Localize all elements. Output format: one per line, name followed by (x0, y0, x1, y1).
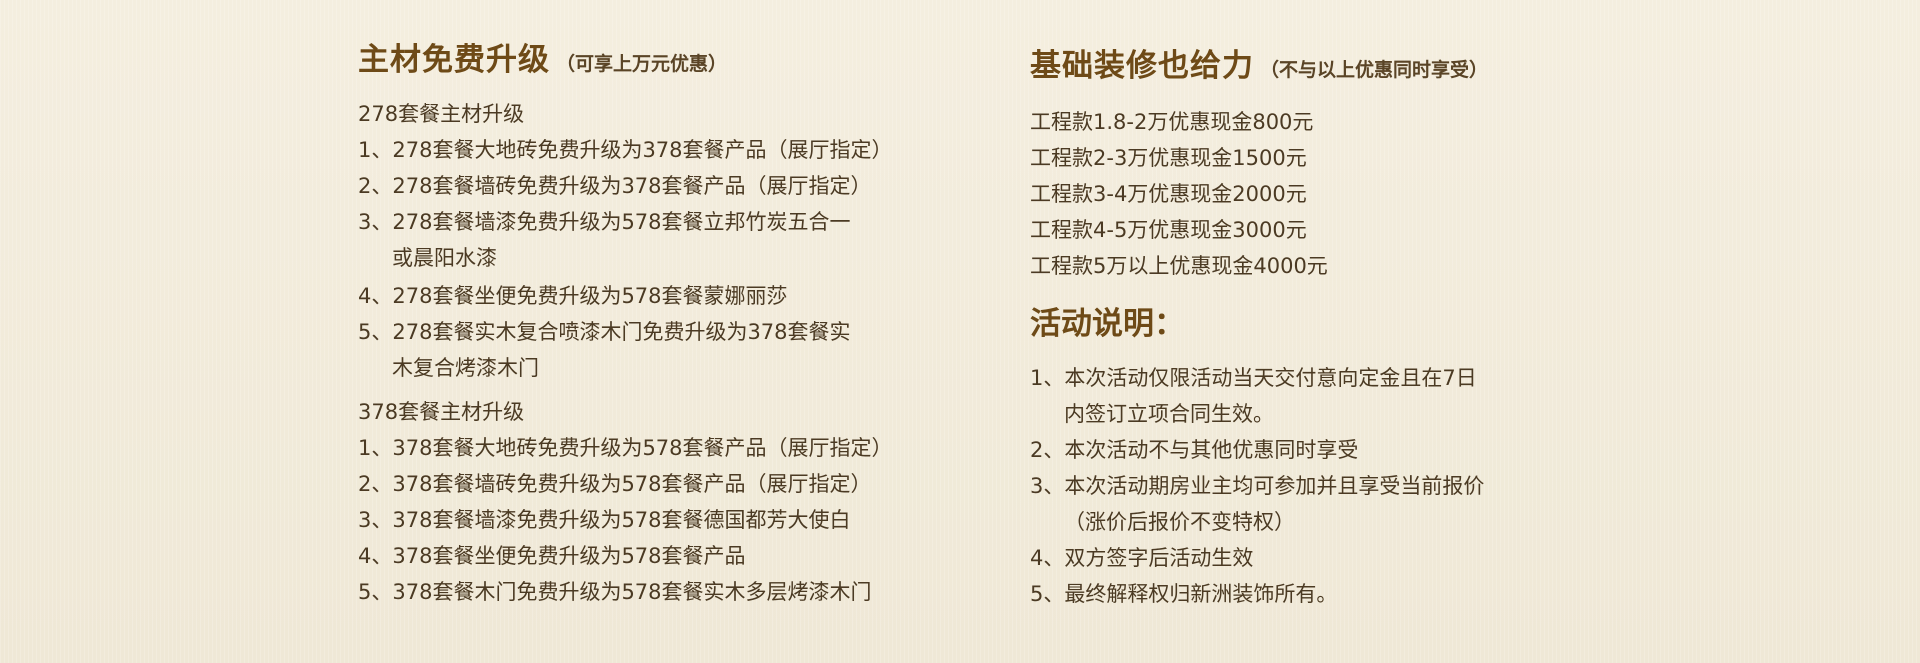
list-item: 2、278套餐墙砖免费升级为378套餐产品（展厅指定） (358, 174, 872, 198)
section-title: 基础装修也给力 （不与以上优惠同时享受） (1030, 40, 1488, 85)
list-item: 5、378套餐木门免费升级为578套餐实木多层烤漆木门 (358, 580, 872, 604)
discount-item: 工程款4-5万优惠现金3000元 (1030, 218, 1307, 242)
note-item: 2、本次活动不与其他优惠同时享受 (1030, 438, 1359, 462)
title-text: 主材免费升级 (358, 42, 550, 78)
discount-item: 工程款1.8-2万优惠现金800元 (1030, 110, 1314, 134)
section-title: 主材免费升级 （可享上万元优惠） (358, 34, 727, 79)
note-item: 5、最终解释权归新洲装饰所有。 (1030, 582, 1338, 606)
discount-item: 工程款5万以上优惠现金4000元 (1030, 254, 1328, 278)
list-item: 5、278套餐实木复合喷漆木门免费升级为378套餐实 (358, 320, 851, 344)
title-subtitle: （可享上万元优惠） (556, 53, 728, 75)
note-item: 4、双方签字后活动生效 (1030, 546, 1254, 570)
note-item: 3、本次活动期房业主均可参加并且享受当前报价 (1030, 474, 1485, 498)
title-subtitle: （不与以上优惠同时享受） (1260, 59, 1489, 81)
note-item: 1、本次活动仅限活动当天交付意向定金且在7日 (1030, 366, 1477, 390)
list-item: 4、278套餐坐便免费升级为578套餐蒙娜丽莎 (358, 284, 788, 308)
note-item-continuation: 内签订立项合同生效。 (1064, 402, 1274, 426)
discount-item: 工程款2-3万优惠现金1500元 (1030, 146, 1307, 170)
list-item: 1、278套餐大地砖免费升级为378套餐产品（展厅指定） (358, 138, 893, 162)
list-item: 1、378套餐大地砖免费升级为578套餐产品（展厅指定） (358, 436, 893, 460)
discount-item: 工程款3-4万优惠现金2000元 (1030, 182, 1307, 206)
group-heading-278: 278套餐主材升级 (358, 102, 525, 126)
list-item: 2、378套餐墙砖免费升级为578套餐产品（展厅指定） (358, 472, 872, 496)
group-heading-378: 378套餐主材升级 (358, 400, 525, 424)
note-item-continuation: （涨价后报价不变特权） (1064, 510, 1295, 534)
activity-notes-title: 活动说明： (1030, 306, 1185, 342)
title-text: 基础装修也给力 (1030, 48, 1254, 84)
list-item: 3、278套餐墙漆免费升级为578套餐立邦竹炭五合一 (358, 210, 851, 234)
list-item-continuation: 或晨阳水漆 (392, 246, 497, 270)
list-item-continuation: 木复合烤漆木门 (392, 356, 539, 380)
list-item: 3、378套餐墙漆免费升级为578套餐德国都芳大使白 (358, 508, 851, 532)
list-item: 4、378套餐坐便免费升级为578套餐产品 (358, 544, 746, 568)
